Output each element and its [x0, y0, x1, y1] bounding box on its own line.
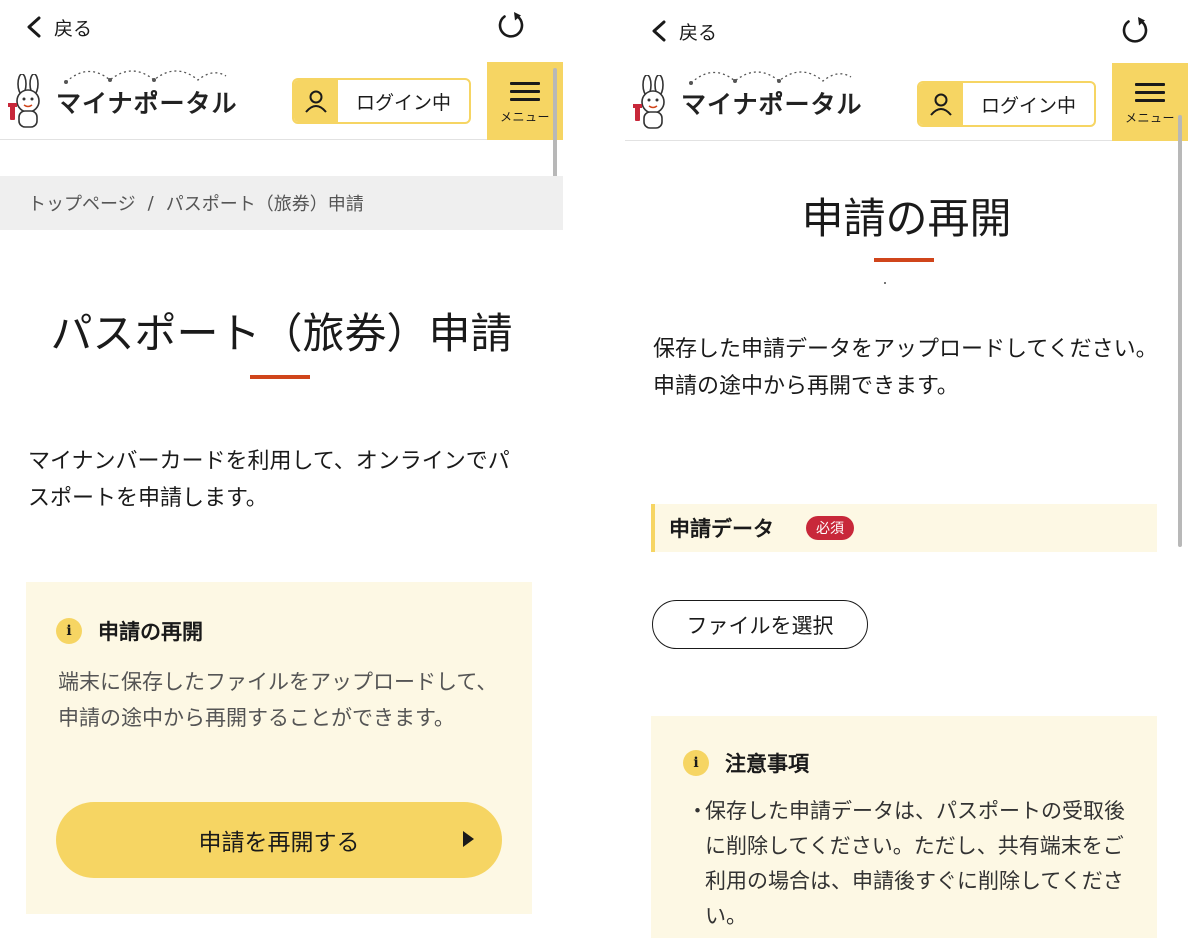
resume-application-button[interactable]: 申請を再開する	[56, 802, 502, 878]
resume-button-label: 申請を再開する	[198, 830, 360, 856]
menu-label: メニュー	[1124, 111, 1175, 125]
info-icon: i	[56, 618, 82, 644]
notice-item-text: 保存した申請データは、パスポートの受取後に削除してください。ただし、共有端末をご…	[705, 799, 1125, 928]
bullet-marker: ・	[687, 799, 708, 823]
back-label: 戻る	[679, 21, 718, 44]
scrollbar[interactable]	[1178, 115, 1182, 547]
back-button[interactable]: 戻る	[24, 10, 92, 44]
reload-icon[interactable]	[1119, 14, 1151, 46]
resume-application-card: i 申請の再開 端末に保存したファイルをアップロードして、申請の途中から再開する…	[26, 582, 532, 914]
required-badge: 必須	[806, 516, 854, 540]
choose-file-button[interactable]: ファイルを選択	[652, 600, 868, 649]
page-title: パスポート（旅券）申請	[50, 309, 513, 358]
title-underline	[250, 375, 310, 379]
myna-portal-logo[interactable]: マイナポータル	[631, 71, 863, 133]
play-arrow-icon	[463, 831, 474, 847]
logo-dotted-arc-icon	[64, 70, 227, 84]
card-body-text: 端末に保存したファイルをアップロードして、申請の途中から再開することができます。	[58, 670, 498, 730]
chevron-left-icon	[652, 20, 666, 42]
site-header: マイナポータル ログイン中 メニュー	[625, 63, 1188, 141]
page-title: 申請の再開	[801, 194, 1012, 243]
browser-nav-bar: 戻る	[0, 0, 563, 56]
logo-dotted-arc-icon	[689, 71, 852, 85]
chevron-left-icon	[27, 16, 41, 38]
back-button[interactable]: 戻る	[649, 14, 717, 48]
logo-text: マイナポータル	[681, 90, 863, 119]
field-label: 申請データ	[669, 517, 774, 541]
login-status-button[interactable]: ログイン中	[917, 81, 1096, 127]
title-underline	[874, 258, 934, 262]
breadcrumb-current: パスポート（旅券）申請	[165, 194, 364, 215]
login-label: ログイン中	[355, 91, 451, 114]
mynaportal-mascot-icon	[8, 74, 40, 128]
choose-file-label: ファイルを選択	[686, 613, 834, 638]
back-label: 戻る	[54, 17, 93, 40]
user-icon	[305, 90, 327, 113]
hamburger-icon	[1135, 78, 1165, 107]
reload-icon[interactable]	[495, 9, 527, 41]
hamburger-icon	[510, 77, 540, 106]
login-status-button[interactable]: ログイン中	[292, 78, 471, 124]
user-icon	[930, 93, 952, 116]
lead-text: 保存した申請データをアップロードしてください。 申請の途中から再開できます。	[653, 337, 1158, 399]
breadcrumb-separator: /	[147, 192, 154, 214]
breadcrumb-home-link[interactable]: トップページ	[28, 190, 136, 216]
browser-nav-bar: 戻る	[625, 0, 1188, 56]
menu-button[interactable]: メニュー	[487, 62, 563, 140]
application-data-field-label: 申請データ 必須	[651, 504, 1157, 552]
notice-heading: 注意事項	[725, 752, 809, 776]
site-header: マイナポータル ログイン中 メニュー	[0, 62, 563, 140]
notice-list: ・ 保存した申請データは、パスポートの受取後に削除してください。ただし、共有端末…	[687, 794, 1127, 934]
screen-passport-application: 戻る マイナポータル ログイン中 メニュー トップページ / パスポート（旅券）…	[0, 0, 563, 938]
login-label: ログイン中	[980, 94, 1076, 117]
menu-button[interactable]: メニュー	[1112, 63, 1188, 141]
info-icon: i	[683, 750, 709, 776]
divider-dot	[884, 282, 886, 284]
myna-portal-logo[interactable]: マイナポータル	[6, 70, 238, 132]
list-item: ・ 保存した申請データは、パスポートの受取後に削除してください。ただし、共有端末…	[687, 794, 1127, 934]
notice-card: i 注意事項 ・ 保存した申請データは、パスポートの受取後に削除してください。た…	[651, 716, 1157, 938]
breadcrumb: トップページ / パスポート（旅券）申請	[0, 176, 563, 230]
logo-text: マイナポータル	[56, 89, 238, 118]
mynaportal-mascot-icon	[633, 75, 665, 129]
menu-label: メニュー	[499, 110, 550, 124]
screen-resume-application: 戻る マイナポータル ログイン中 メニュー 申請の再開 保存した申請データをアッ…	[625, 0, 1188, 938]
lead-text: マイナンバーカードを利用して、オンラインでパスポートを申請します。	[28, 449, 510, 511]
card-heading: 申請の再開	[98, 620, 203, 644]
